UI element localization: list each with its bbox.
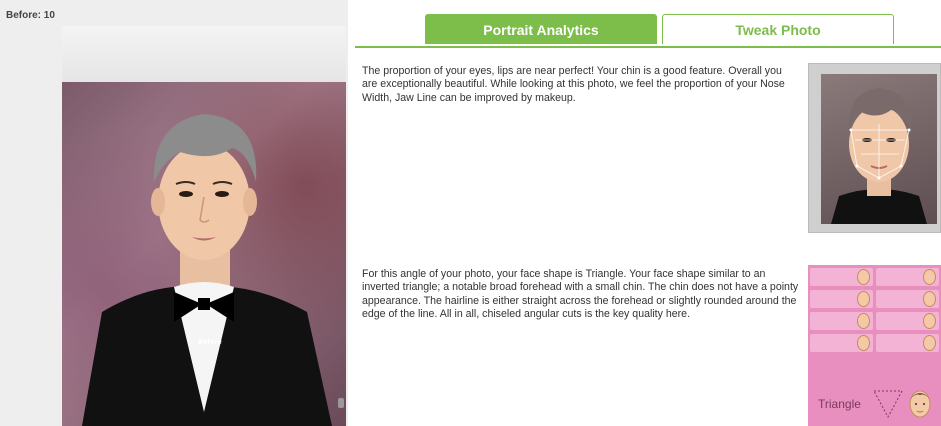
tab-portrait-analytics[interactable]: Portrait Analytics — [425, 14, 657, 44]
shape-cell — [876, 312, 939, 330]
photo-top-padding — [62, 26, 346, 82]
face-shape-analysis-text: For this angle of your photo, your face … — [362, 268, 799, 321]
tab-tweak-photo[interactable]: Tweak Photo — [662, 14, 894, 44]
face-thumbnail-image — [821, 74, 937, 224]
before-watermark: Before — [198, 339, 222, 346]
face-shape-chart: Triangle — [808, 265, 941, 426]
face-shape-icon — [923, 291, 936, 307]
shape-cell — [876, 268, 939, 286]
face-shape-icon — [923, 269, 936, 285]
shape-cell — [876, 334, 939, 352]
shape-cell — [810, 268, 873, 286]
before-score-label: Before: 10 — [6, 10, 55, 21]
face-shape-icon — [923, 313, 936, 329]
shape-cell — [810, 312, 873, 330]
photo-scroll-handle[interactable] — [338, 398, 344, 408]
face-analysis-thumbnail — [808, 63, 941, 233]
face-shape-icon — [923, 335, 936, 351]
portrait-photo: Before — [62, 82, 346, 426]
face-shape-icon — [857, 313, 870, 329]
face-shape-result: Triangle — [808, 377, 941, 426]
face-shape-icon — [857, 269, 870, 285]
shape-cell — [810, 334, 873, 352]
photo-frame: Before — [62, 26, 346, 426]
face-shape-icon — [857, 291, 870, 307]
tab-bar: Portrait Analytics Tweak Photo — [355, 12, 941, 48]
original-photo-panel: Before: 10 Before — [0, 0, 348, 426]
face-shape-result-label: Triangle — [818, 397, 861, 411]
shape-cell — [876, 290, 939, 308]
shape-cell — [810, 290, 873, 308]
triangle-face-icon — [873, 390, 931, 419]
proportion-analysis-text: The proportion of your eyes, lips are ne… — [362, 65, 785, 104]
face-shape-icon — [857, 335, 870, 351]
